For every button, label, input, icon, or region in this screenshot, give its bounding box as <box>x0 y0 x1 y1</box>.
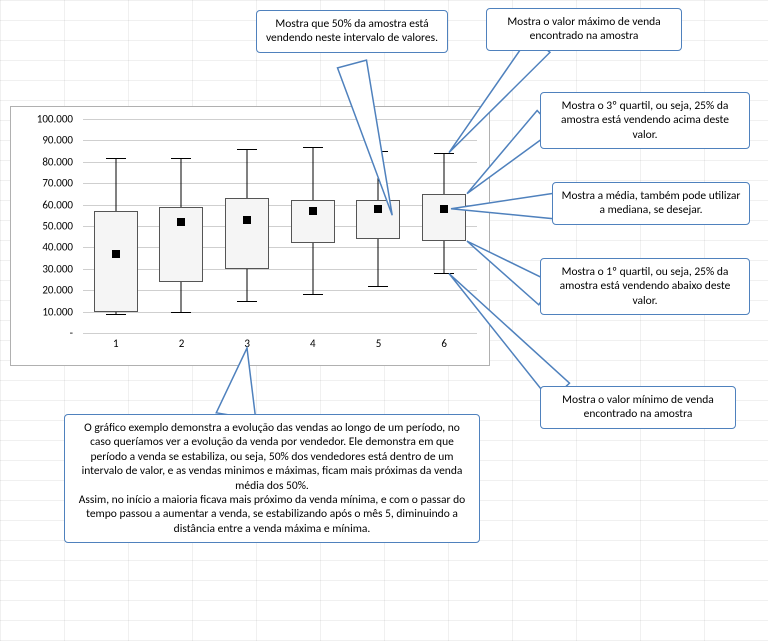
callout-min: Mostra o valor mínimo de venda encontrad… <box>540 386 736 429</box>
y-tick-label: 40.000 <box>42 241 73 254</box>
box <box>422 194 466 241</box>
mean-marker <box>112 250 120 258</box>
y-tick-label: 80.000 <box>42 155 73 168</box>
callout-explain: O gráfico exemplo demonstra a evolução d… <box>64 414 480 543</box>
x-tick-label: 3 <box>244 337 250 350</box>
mean-marker <box>177 218 185 226</box>
y-tick-label: 50.000 <box>42 220 73 233</box>
y-tick-label: 60.000 <box>42 198 73 211</box>
y-tick-label: 20.000 <box>42 284 73 297</box>
callout-iqr: Mostra que 50% da amostra está vendendo … <box>256 10 448 53</box>
box <box>225 198 269 269</box>
x-tick-label: 4 <box>310 337 316 350</box>
y-tick-label: 10.000 <box>42 305 73 318</box>
box-slot <box>214 119 280 333</box>
x-axis: 1 2 3 4 5 6 <box>83 337 477 355</box>
callout-max: Mostra o valor máximo de venda encontrad… <box>486 8 682 51</box>
callout-q3: Mostra o 3º quartil, ou seja, 25% da amo… <box>540 92 750 149</box>
box-slot <box>346 119 412 333</box>
boxplot-chart: - 10.000 20.000 30.000 40.000 50.000 60.000 70.… <box>10 106 490 366</box>
mean-marker <box>243 216 251 224</box>
mean-marker <box>309 207 317 215</box>
mean-marker <box>440 205 448 213</box>
plot-area <box>83 119 477 333</box>
y-tick-label: 90.000 <box>42 134 73 147</box>
box-slot <box>411 119 477 333</box>
y-axis: -10.00020.00030.00040.00050.00060.00070.… <box>27 119 77 333</box>
callout-q1: Mostra o 1º quartil, ou seja, 25% da amo… <box>540 258 750 315</box>
mean-marker <box>374 205 382 213</box>
y-tick-label: - <box>70 327 73 340</box>
box-slot <box>280 119 346 333</box>
box-slot <box>149 119 215 333</box>
y-tick-label: 30.000 <box>42 262 73 275</box>
x-tick-label: 1 <box>113 337 119 350</box>
plot-wrap <box>83 119 477 333</box>
callout-mean: Mostra a média, também pode utilizar a m… <box>552 182 750 225</box>
x-tick-label: 5 <box>376 337 382 350</box>
x-tick-label: 6 <box>441 337 447 350</box>
y-tick-label: 100.000 <box>37 113 73 126</box>
box <box>94 211 138 312</box>
x-tick-label: 2 <box>179 337 185 350</box>
box-slot <box>83 119 149 333</box>
worksheet: - 10.000 20.000 30.000 40.000 50.000 60.000 70.… <box>0 0 768 641</box>
y-tick-label: 70.000 <box>42 177 73 190</box>
